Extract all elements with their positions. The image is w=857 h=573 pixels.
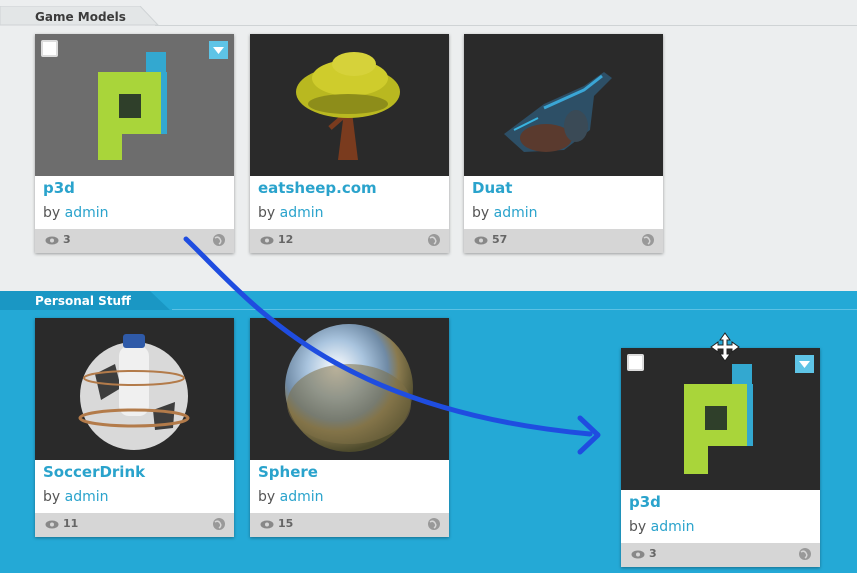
model-card[interactable]: Sphere by admin 15 — [250, 318, 449, 537]
card-author: by admin — [43, 205, 109, 221]
by-label: by — [43, 205, 61, 221]
view-count: 3 — [631, 547, 657, 560]
view-count: 15 — [260, 517, 293, 530]
view-count: 57 — [474, 233, 507, 246]
author-link[interactable]: admin — [65, 489, 109, 505]
section-divider — [172, 309, 857, 310]
card-title[interactable]: eatsheep.com — [258, 179, 377, 197]
card-title[interactable]: p3d — [629, 493, 661, 511]
card-footer: 3 — [35, 229, 234, 253]
globe-icon — [799, 548, 811, 560]
globe-icon — [213, 518, 225, 530]
view-count-value: 12 — [278, 233, 294, 246]
card-author: by admin — [258, 205, 324, 221]
view-count: 11 — [45, 517, 78, 530]
card-footer: 12 — [250, 229, 449, 253]
author-link[interactable]: admin — [280, 489, 324, 505]
select-checkbox[interactable] — [627, 354, 644, 371]
personal-stuff-tab: Personal Stuff — [0, 291, 172, 310]
eye-icon — [260, 520, 274, 528]
author-link[interactable]: admin — [651, 519, 695, 535]
view-count-value: 3 — [649, 547, 657, 560]
eye-icon — [260, 236, 274, 244]
by-label: by — [258, 205, 276, 221]
card-footer: 57 — [464, 229, 663, 253]
author-link[interactable]: admin — [280, 205, 324, 221]
sphere-thumbnail[interactable] — [250, 318, 449, 460]
dragged-model-card[interactable]: p3d by admin 3 — [621, 348, 820, 567]
model-card[interactable]: Duat by admin 57 — [464, 34, 663, 253]
model-card[interactable]: p3d by admin 3 — [35, 34, 234, 253]
card-footer: 15 — [250, 513, 449, 537]
card-title[interactable]: Sphere — [258, 463, 318, 481]
card-author: by admin — [472, 205, 538, 221]
card-title[interactable]: Duat — [472, 179, 512, 197]
globe-icon — [642, 234, 654, 246]
model-card[interactable]: eatsheep.com by admin 12 — [250, 34, 449, 253]
author-link[interactable]: admin — [65, 205, 109, 221]
by-label: by — [472, 205, 490, 221]
eye-icon — [631, 550, 645, 558]
card-menu-dropdown[interactable] — [795, 355, 814, 373]
eye-icon — [474, 236, 488, 244]
card-footer: 11 — [35, 513, 234, 537]
soccer-drink-thumbnail[interactable] — [35, 318, 234, 460]
view-count: 12 — [260, 233, 293, 246]
p3d-model-thumbnail[interactable] — [35, 34, 234, 176]
view-count: 3 — [45, 233, 71, 246]
eye-icon — [45, 520, 59, 528]
p3d-model-thumbnail[interactable] — [621, 348, 820, 490]
by-label: by — [258, 489, 276, 505]
card-title[interactable]: SoccerDrink — [43, 463, 145, 481]
card-author: by admin — [258, 489, 324, 505]
chevron-down-icon — [799, 361, 810, 368]
view-count-value: 57 — [492, 233, 508, 246]
card-author: by admin — [629, 519, 695, 535]
model-card[interactable]: SoccerDrink by admin 11 — [35, 318, 234, 537]
tree-model-thumbnail[interactable] — [250, 34, 449, 176]
by-label: by — [629, 519, 647, 535]
section-title-personal-stuff: Personal Stuff — [35, 294, 131, 308]
section-title-game-models: Game Models — [35, 10, 126, 24]
globe-icon — [428, 234, 440, 246]
by-label: by — [43, 489, 61, 505]
view-count-value: 3 — [63, 233, 71, 246]
eye-icon — [45, 236, 59, 244]
view-count-value: 15 — [278, 517, 294, 530]
card-author: by admin — [43, 489, 109, 505]
section-divider — [155, 25, 857, 26]
card-footer: 3 — [621, 543, 820, 567]
author-link[interactable]: admin — [494, 205, 538, 221]
chevron-down-icon — [213, 47, 224, 54]
card-menu-dropdown[interactable] — [209, 41, 228, 59]
select-checkbox[interactable] — [41, 40, 58, 57]
vehicle-model-thumbnail[interactable] — [464, 34, 663, 176]
globe-icon — [213, 234, 225, 246]
card-title[interactable]: p3d — [43, 179, 75, 197]
view-count-value: 11 — [63, 517, 79, 530]
globe-icon — [428, 518, 440, 530]
game-models-tab: Game Models — [0, 6, 160, 26]
